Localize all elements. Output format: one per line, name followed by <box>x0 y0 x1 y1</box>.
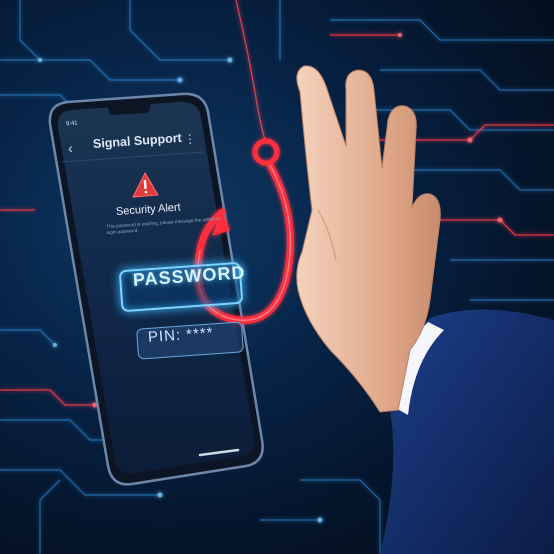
phone-screen: 9:41 ‹ Signal Support ⋮ Security Alert T… <box>0 0 554 554</box>
alert-title: Security Alert <box>115 201 182 218</box>
scene: 9:41 ‹ Signal Support ⋮ Security Alert T… <box>0 0 554 554</box>
status-time: 9:41 <box>65 120 78 128</box>
more-vertical-icon[interactable]: ⋮ <box>184 132 197 147</box>
chevron-left-icon[interactable]: ‹ <box>67 140 73 156</box>
app-title: Signal Support <box>92 130 183 151</box>
alert-body: This password is expiring, please messag… <box>106 216 221 235</box>
